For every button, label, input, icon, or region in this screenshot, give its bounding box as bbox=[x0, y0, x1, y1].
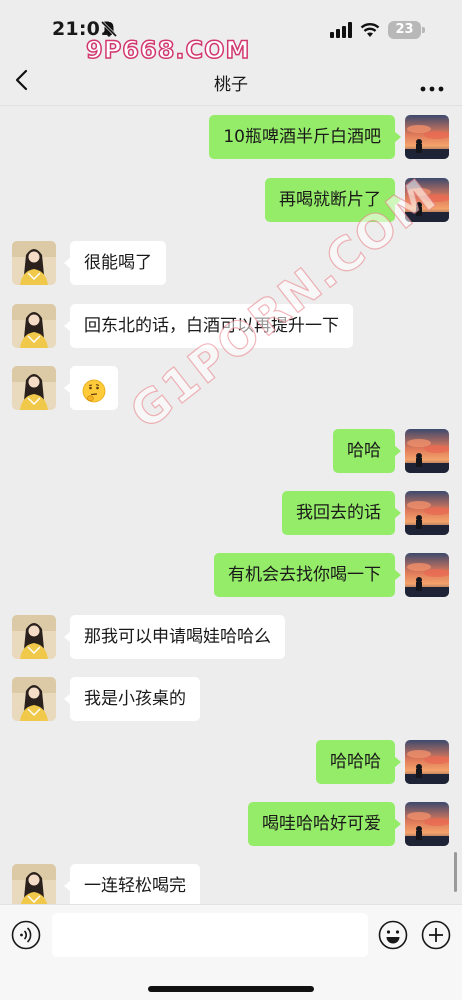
chat-title: 桃子 bbox=[214, 75, 248, 95]
input-bar bbox=[0, 904, 462, 1000]
message-text: 哈哈哈 bbox=[330, 752, 381, 772]
wifi-icon bbox=[360, 21, 380, 37]
received-message: 一连轻松喝完 bbox=[0, 864, 462, 904]
message-bubble[interactable]: 哈哈 bbox=[333, 429, 401, 473]
sent-message: 喝哇哈哈好可爱 bbox=[0, 802, 462, 846]
scroll-indicator[interactable] bbox=[454, 852, 457, 892]
received-message: 那我可以申请喝娃哈哈么 bbox=[0, 615, 462, 659]
my-avatar[interactable] bbox=[405, 429, 449, 473]
message-text: 一连轻松喝完 bbox=[84, 876, 186, 896]
contact-avatar[interactable] bbox=[12, 615, 56, 659]
sent-message: 再喝就断片了 bbox=[0, 178, 462, 222]
message-text: 哈哈 bbox=[347, 441, 381, 461]
my-avatar[interactable] bbox=[405, 115, 449, 159]
battery-icon: 23 bbox=[388, 21, 421, 39]
received-message: 我是小孩桌的 bbox=[0, 677, 462, 721]
my-avatar[interactable] bbox=[405, 553, 449, 597]
sent-message: 我回去的话 bbox=[0, 491, 462, 535]
voice-icon[interactable] bbox=[11, 920, 41, 950]
thinking-face-icon bbox=[82, 376, 106, 403]
message-input[interactable] bbox=[52, 913, 368, 957]
received-message: 回东北的话，白酒可以再提升一下 bbox=[0, 304, 462, 348]
message-text: 再喝就断片了 bbox=[279, 190, 381, 210]
my-avatar[interactable] bbox=[405, 740, 449, 784]
message-text: 喝哇哈哈好可爱 bbox=[262, 814, 381, 834]
contact-avatar[interactable] bbox=[12, 864, 56, 904]
my-avatar[interactable] bbox=[405, 802, 449, 846]
chat-area[interactable]: G1PORN.COM 10瓶啤酒半斤白酒吧 再喝就断片了 很能喝了 回东北的话，白酒可… bbox=[0, 107, 462, 904]
my-avatar[interactable] bbox=[405, 491, 449, 535]
message-text: 我是小孩桌的 bbox=[84, 689, 186, 709]
contact-avatar[interactable] bbox=[12, 677, 56, 721]
signal-icon bbox=[330, 22, 352, 38]
message-bubble[interactable]: 一连轻松喝完 bbox=[64, 864, 200, 904]
message-bubble[interactable]: 我回去的话 bbox=[282, 491, 401, 535]
sent-message: 哈哈 bbox=[0, 429, 462, 473]
contact-avatar[interactable] bbox=[12, 241, 56, 285]
emoji-smile-icon[interactable] bbox=[378, 920, 408, 950]
message-bubble[interactable]: 有机会去找你喝一下 bbox=[214, 553, 401, 597]
message-text: 回东北的话，白酒可以再提升一下 bbox=[84, 316, 339, 336]
received-message: 很能喝了 bbox=[0, 241, 462, 285]
sent-message: 有机会去找你喝一下 bbox=[0, 553, 462, 597]
message-bubble[interactable]: 我是小孩桌的 bbox=[64, 677, 200, 721]
contact-avatar[interactable] bbox=[12, 304, 56, 348]
message-bubble[interactable]: 再喝就断片了 bbox=[265, 178, 401, 222]
home-indicator[interactable] bbox=[148, 986, 314, 992]
message-text: 10瓶啤酒半斤白酒吧 bbox=[223, 127, 381, 147]
more-dots-icon[interactable] bbox=[420, 78, 444, 92]
sent-message: 10瓶啤酒半斤白酒吧 bbox=[0, 115, 462, 159]
my-avatar[interactable] bbox=[405, 178, 449, 222]
top-watermark: 9P668.COM bbox=[85, 35, 251, 65]
plus-circle-icon[interactable] bbox=[421, 920, 451, 950]
message-text: 很能喝了 bbox=[84, 253, 152, 273]
received-message bbox=[0, 366, 462, 410]
message-bubble[interactable]: 哈哈哈 bbox=[316, 740, 401, 784]
battery-tip bbox=[422, 27, 425, 33]
status-bar: 21:01 9P668.COM 23 bbox=[0, 0, 462, 65]
message-bubble[interactable]: 很能喝了 bbox=[64, 241, 166, 285]
message-bubble[interactable]: 回东北的话，白酒可以再提升一下 bbox=[64, 304, 353, 348]
message-bubble[interactable] bbox=[64, 366, 118, 410]
contact-avatar[interactable] bbox=[12, 366, 56, 410]
sent-message: 哈哈哈 bbox=[0, 740, 462, 784]
message-text: 有机会去找你喝一下 bbox=[228, 565, 381, 585]
message-text: 我回去的话 bbox=[296, 503, 381, 523]
message-bubble[interactable]: 喝哇哈哈好可爱 bbox=[248, 802, 401, 846]
message-bubble[interactable]: 10瓶啤酒半斤白酒吧 bbox=[209, 115, 401, 159]
message-text: 那我可以申请喝娃哈哈么 bbox=[84, 627, 271, 647]
message-bubble[interactable]: 那我可以申请喝娃哈哈么 bbox=[64, 615, 285, 659]
